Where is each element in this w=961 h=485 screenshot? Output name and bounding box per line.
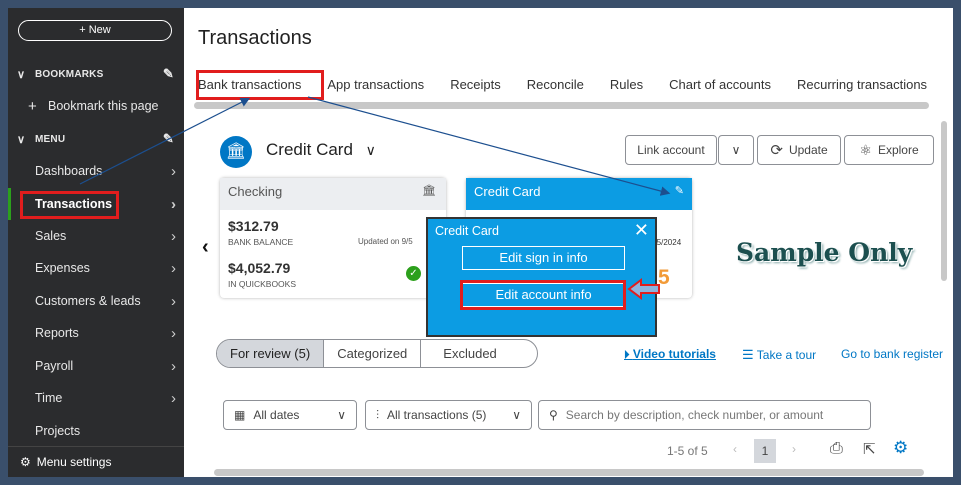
- tab-categorized[interactable]: Categorized: [324, 340, 422, 367]
- check-icon: ✓: [406, 266, 421, 281]
- explore-button[interactable]: ⚛ Explore: [844, 135, 934, 165]
- search-input[interactable]: ⚲ Search by description, check number, o…: [538, 400, 871, 430]
- qb-balance: $4,052.79: [228, 260, 291, 276]
- sidebar-item-time[interactable]: Time ›: [8, 384, 184, 412]
- page-title: Transactions: [198, 27, 312, 49]
- tab-excluded[interactable]: Excluded: [421, 340, 536, 367]
- pencil-icon[interactable]: ✎: [163, 66, 174, 82]
- highlight-box: [460, 280, 626, 310]
- tab-receipts[interactable]: Receipts: [450, 74, 501, 100]
- update-button[interactable]: ⟳ Update: [757, 135, 841, 165]
- calendar-icon: ▦: [234, 408, 246, 422]
- step-number: 5: [658, 266, 670, 289]
- export-icon[interactable]: ⇱: [863, 440, 876, 458]
- sidebar-item-reports[interactable]: Reports ›: [8, 319, 184, 347]
- chevron-down-icon: ∨: [17, 68, 26, 81]
- tab-scrollbar[interactable]: [194, 102, 929, 109]
- chevron-right-icon: ›: [171, 324, 176, 342]
- bank-balance: $312.79: [228, 218, 279, 234]
- pencil-icon[interactable]: ✎: [163, 131, 174, 147]
- chevron-right-icon: ›: [171, 227, 176, 245]
- chevron-right-icon: ›: [171, 259, 176, 277]
- bank-register-link[interactable]: Go to bank register: [841, 347, 943, 361]
- pager-range: 1-5 of 5: [667, 444, 708, 458]
- highlight-box: [196, 70, 324, 100]
- sidebar-item-dashboards[interactable]: Dashboards ›: [8, 157, 184, 185]
- signpost-icon: ☰: [742, 347, 754, 362]
- bookmark-this-page[interactable]: + Bookmark this page: [8, 92, 184, 120]
- bank-icon: 🏛: [220, 136, 252, 168]
- sample-watermark: Sample Only: [736, 238, 913, 267]
- menu-settings-button[interactable]: ⚙ Menu settings: [8, 446, 184, 477]
- chevron-right-icon: ›: [171, 292, 176, 310]
- sliders-icon: ⫶: [376, 407, 380, 422]
- card-title: Checking: [228, 184, 283, 199]
- popup-title: Credit Card: [435, 224, 499, 238]
- chevron-right-icon: ›: [171, 389, 176, 407]
- plus-icon: +: [28, 97, 37, 115]
- take-a-tour-link[interactable]: ☰ Take a tour: [742, 347, 816, 363]
- settings-gear-icon[interactable]: ⚙: [893, 438, 908, 458]
- page-1-button[interactable]: 1: [754, 439, 776, 463]
- search-icon: ⚲: [549, 408, 558, 422]
- link-account-dropdown[interactable]: ∨: [718, 135, 754, 165]
- link-account-button[interactable]: Link account: [625, 135, 717, 165]
- chevron-right-icon: ›: [171, 195, 176, 213]
- sidebar-item-projects[interactable]: Projects: [8, 417, 184, 445]
- gear-icon: ⚙: [20, 455, 31, 469]
- edit-sign-in-button[interactable]: Edit sign in info: [462, 246, 625, 270]
- card-title: Credit Card: [474, 184, 541, 199]
- next-page-icon[interactable]: ›: [792, 442, 796, 456]
- checking-card[interactable]: Checking 🏛 $312.79 BANK BALANCE Updated …: [220, 178, 446, 298]
- close-icon[interactable]: ✕: [634, 220, 649, 241]
- tab-recurring-transactions[interactable]: Recurring transactions: [797, 74, 927, 100]
- sidebar-item-sales[interactable]: Sales ›: [8, 222, 184, 250]
- prev-page-icon[interactable]: ‹: [733, 442, 737, 456]
- app-window: + New ∨ BOOKMARKS ✎ + Bookmark this page…: [8, 8, 953, 477]
- tab-chart-of-accounts[interactable]: Chart of accounts: [669, 74, 771, 100]
- chevron-down-icon: ∨: [17, 133, 26, 146]
- transactions-filter[interactable]: ⫶ All transactions (5) ∨: [365, 400, 532, 430]
- chevron-down-icon: ∨: [365, 142, 376, 158]
- chevron-right-icon: ›: [171, 357, 176, 375]
- qb-balance-label: IN QUICKBOOKS: [228, 279, 297, 289]
- bookmarks-header[interactable]: ∨ BOOKMARKS ✎: [8, 60, 184, 88]
- review-tabs: For review (5) Categorized Excluded: [216, 339, 538, 368]
- highlight-box: [20, 191, 119, 219]
- chevron-down-icon: ∨: [731, 143, 741, 157]
- pencil-icon[interactable]: ✎: [675, 184, 684, 197]
- tab-reconcile[interactable]: Reconcile: [527, 74, 584, 100]
- refresh-icon: ⟳: [770, 142, 783, 159]
- tab-for-review[interactable]: For review (5): [217, 340, 325, 367]
- atom-icon: ⚛: [859, 141, 872, 158]
- tab-rules[interactable]: Rules: [610, 74, 643, 100]
- date-filter[interactable]: ▦ All dates ∨: [223, 400, 357, 430]
- credit-card-popup: Credit Card ✕ Edit sign in info Edit acc…: [426, 217, 657, 337]
- video-tutorials-link[interactable]: ⏵ Video tutorials: [624, 347, 716, 362]
- chevron-left-icon[interactable]: ‹: [202, 236, 209, 259]
- account-selector[interactable]: Credit Card ∨: [266, 140, 376, 160]
- vertical-scrollbar[interactable]: [941, 121, 947, 281]
- sidebar-item-expenses[interactable]: Expenses ›: [8, 254, 184, 282]
- sidebar: + New ∨ BOOKMARKS ✎ + Bookmark this page…: [8, 8, 184, 477]
- new-button[interactable]: + New: [18, 20, 172, 41]
- chevron-right-icon: ›: [171, 162, 176, 180]
- pointer-arrow-icon: [627, 278, 660, 300]
- chevron-down-icon: ∨: [337, 408, 346, 422]
- horizontal-scrollbar[interactable]: [214, 469, 924, 476]
- tab-app-transactions[interactable]: App transactions: [327, 74, 424, 100]
- bank-icon: 🏛: [422, 185, 436, 197]
- bank-balance-label: BANK BALANCE: [228, 237, 294, 247]
- play-icon: ⏵: [624, 349, 630, 361]
- menu-header[interactable]: ∨ MENU ✎: [8, 125, 184, 153]
- main-content: Transactions Bank transactions App trans…: [184, 8, 953, 477]
- print-icon[interactable]: ⎙: [830, 440, 843, 458]
- sidebar-item-customers[interactable]: Customers & leads ›: [8, 287, 184, 315]
- updated-label: Updated on 9/5: [358, 237, 413, 246]
- sidebar-item-payroll[interactable]: Payroll ›: [8, 352, 184, 380]
- chevron-down-icon: ∨: [512, 408, 521, 422]
